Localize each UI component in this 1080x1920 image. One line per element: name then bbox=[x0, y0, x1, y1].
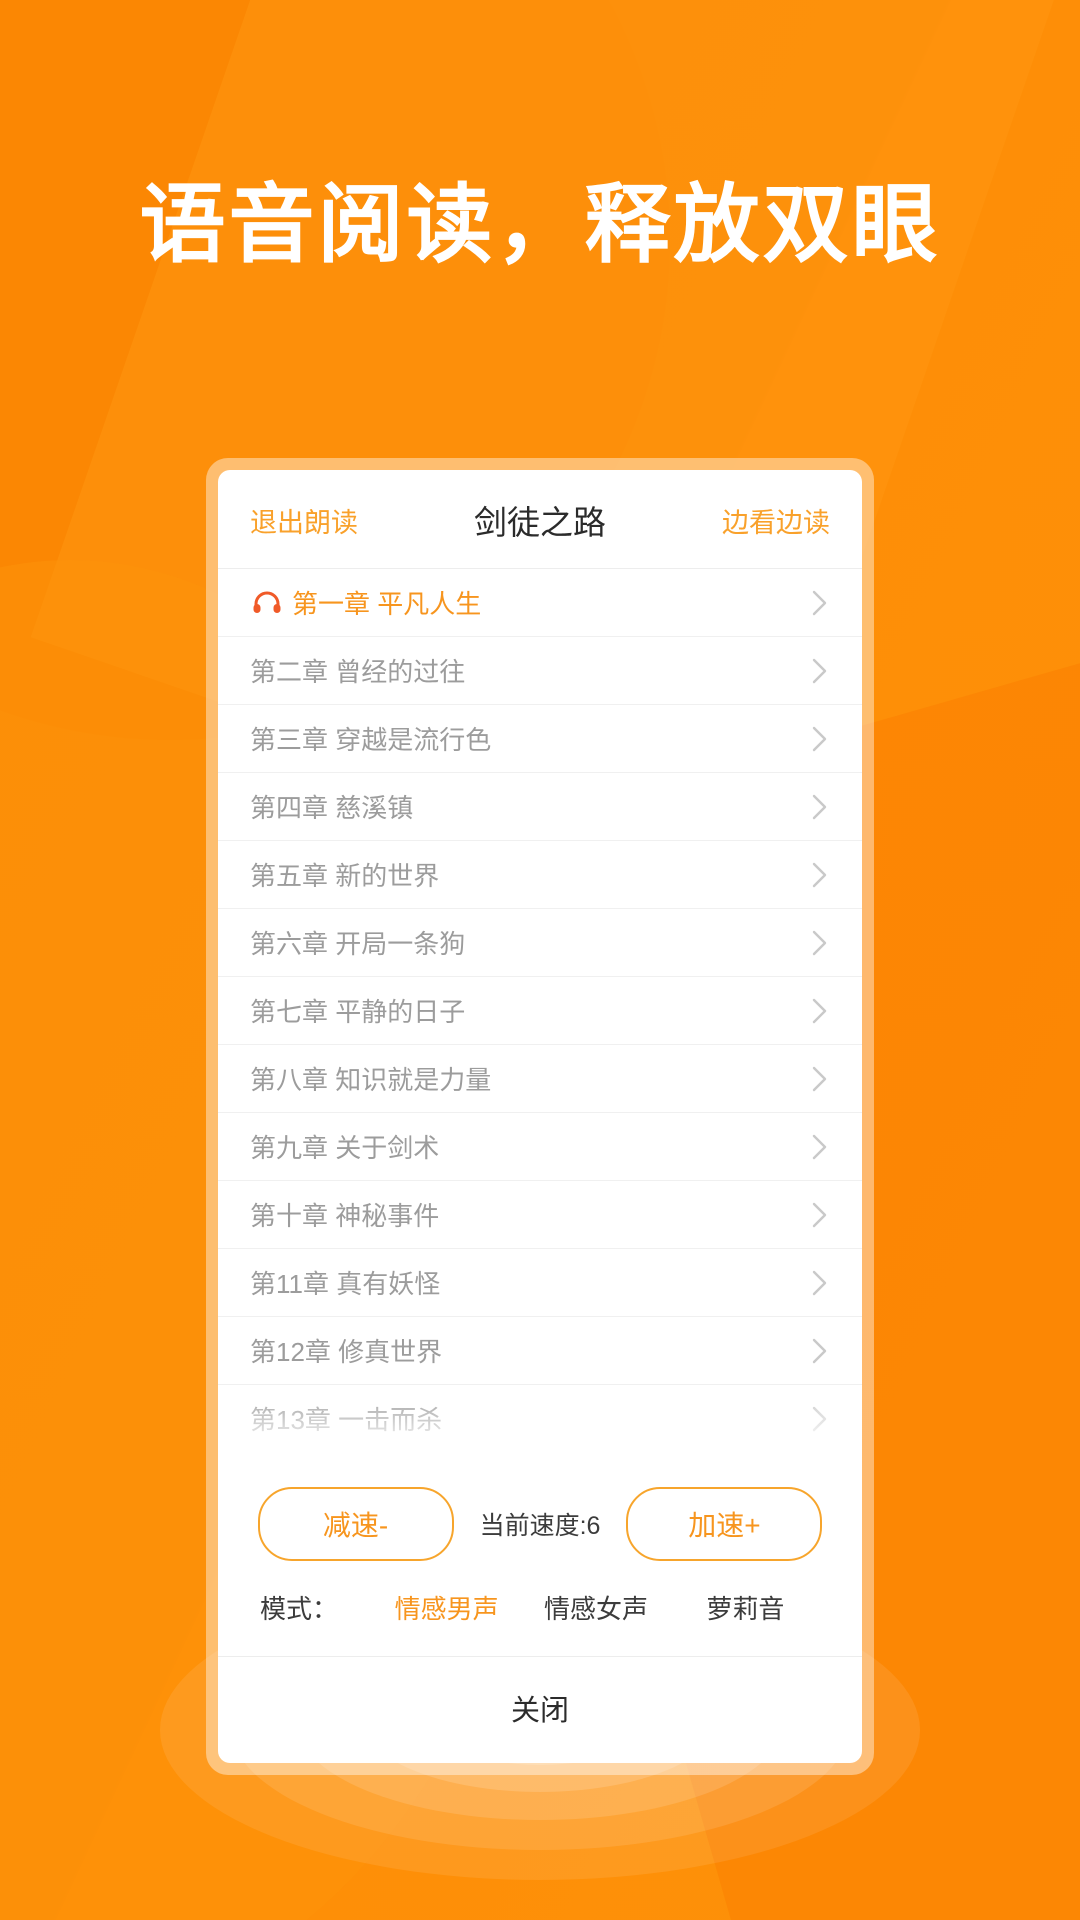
chevron-right-icon bbox=[810, 655, 830, 687]
current-speed-value: 当前速度:6 bbox=[479, 1512, 601, 1540]
voice-mode-label: 模式： bbox=[260, 1594, 339, 1624]
chevron-right-icon bbox=[810, 859, 830, 891]
chevron-right-icon bbox=[810, 927, 830, 959]
chapter-row[interactable]: 第五章 新的世界 bbox=[218, 841, 862, 909]
chapter-title: 第三章 穿越是流行色 bbox=[250, 725, 492, 755]
chevron-right-icon bbox=[810, 723, 830, 755]
chapter-row[interactable]: 第四章 慈溪镇 bbox=[218, 773, 862, 841]
phone-frame: 退出朗读 剑徒之路 边看边读 第一章 平凡人生第二章 曾经的过往 第三章 穿越是流… bbox=[206, 458, 874, 1775]
chapter-title: 第一章 平凡人生 bbox=[292, 589, 482, 619]
headphone-icon bbox=[250, 589, 284, 617]
chevron-right-icon bbox=[810, 1131, 830, 1163]
sheet-header: 退出朗读 剑徒之路 边看边读 bbox=[218, 470, 862, 569]
chapter-row[interactable]: 第十章 神秘事件 bbox=[218, 1181, 862, 1249]
chevron-right-icon bbox=[810, 791, 830, 823]
chapter-title: 第九章 关于剑术 bbox=[250, 1133, 440, 1163]
chevron-right-icon bbox=[810, 1063, 830, 1095]
increase-speed-button[interactable]: 加速+ bbox=[626, 1487, 823, 1561]
promo-screen: 语音阅读，释放双眼 退出朗读 剑徒之路 边看边读 第一章 平凡人生第二章 曾经的… bbox=[0, 0, 1080, 1920]
chapter-title: 第二章 曾经的过往 bbox=[250, 657, 466, 687]
chapter-title: 第七章 平静的日子 bbox=[250, 997, 466, 1027]
voice-mode-option[interactable]: 情感女声 bbox=[521, 1589, 670, 1626]
chevron-right-icon bbox=[810, 1403, 830, 1435]
chapter-row[interactable]: 第七章 平静的日子 bbox=[218, 977, 862, 1045]
chapter-title: 第五章 新的世界 bbox=[250, 861, 440, 891]
chapter-title: 第六章 开局一条狗 bbox=[250, 929, 466, 959]
tts-sheet: 退出朗读 剑徒之路 边看边读 第一章 平凡人生第二章 曾经的过往 第三章 穿越是流… bbox=[218, 470, 862, 1763]
chapter-title: 第八章 知识就是力量 bbox=[250, 1065, 492, 1095]
read-along-button[interactable]: 边看边读 bbox=[722, 501, 830, 540]
chapter-title: 第十章 神秘事件 bbox=[250, 1201, 440, 1231]
chevron-right-icon bbox=[810, 1335, 830, 1367]
chapter-row[interactable]: 第六章 开局一条狗 bbox=[218, 909, 862, 977]
voice-mode-row: 模式： 情感男声 情感女声 萝莉音 bbox=[218, 1579, 862, 1656]
chapter-row[interactable]: 第13章 一击而杀 bbox=[218, 1385, 862, 1453]
chapter-title: 第11章 真有妖怪 bbox=[250, 1269, 441, 1299]
chapter-row[interactable]: 第三章 穿越是流行色 bbox=[218, 705, 862, 773]
chapter-row[interactable]: 第11章 真有妖怪 bbox=[218, 1249, 862, 1317]
exit-reading-button[interactable]: 退出朗读 bbox=[250, 501, 358, 540]
voice-mode-option[interactable]: 情感男声 bbox=[372, 1589, 521, 1626]
chevron-right-icon bbox=[810, 1267, 830, 1299]
chapter-title: 第四章 慈溪镇 bbox=[250, 793, 414, 823]
chevron-right-icon bbox=[810, 995, 830, 1027]
book-title: 剑徒之路 bbox=[474, 504, 606, 541]
chevron-right-icon bbox=[810, 587, 830, 619]
chapter-row[interactable]: 第一章 平凡人生 bbox=[218, 569, 862, 637]
chapter-title: 第13章 一击而杀 bbox=[250, 1405, 443, 1435]
close-button[interactable]: 关闭 bbox=[218, 1656, 862, 1763]
voice-mode-option[interactable]: 萝莉音 bbox=[671, 1589, 820, 1626]
decrease-speed-button[interactable]: 减速- bbox=[257, 1487, 454, 1561]
chapter-list[interactable]: 第一章 平凡人生第二章 曾经的过往 第三章 穿越是流行色 第四章 慈溪镇 第五章 新的… bbox=[218, 569, 862, 1453]
chapter-row[interactable]: 第12章 修真世界 bbox=[218, 1317, 862, 1385]
chevron-right-icon bbox=[810, 1199, 830, 1231]
speed-controls: 减速- 当前速度:6 加速+ bbox=[218, 1453, 862, 1579]
chapter-row[interactable]: 第八章 知识就是力量 bbox=[218, 1045, 862, 1113]
chapter-title: 第12章 修真世界 bbox=[250, 1337, 443, 1367]
chapter-row[interactable]: 第九章 关于剑术 bbox=[218, 1113, 862, 1181]
chapter-row[interactable]: 第二章 曾经的过往 bbox=[218, 637, 862, 705]
headline: 语音阅读，释放双眼 bbox=[139, 177, 941, 273]
